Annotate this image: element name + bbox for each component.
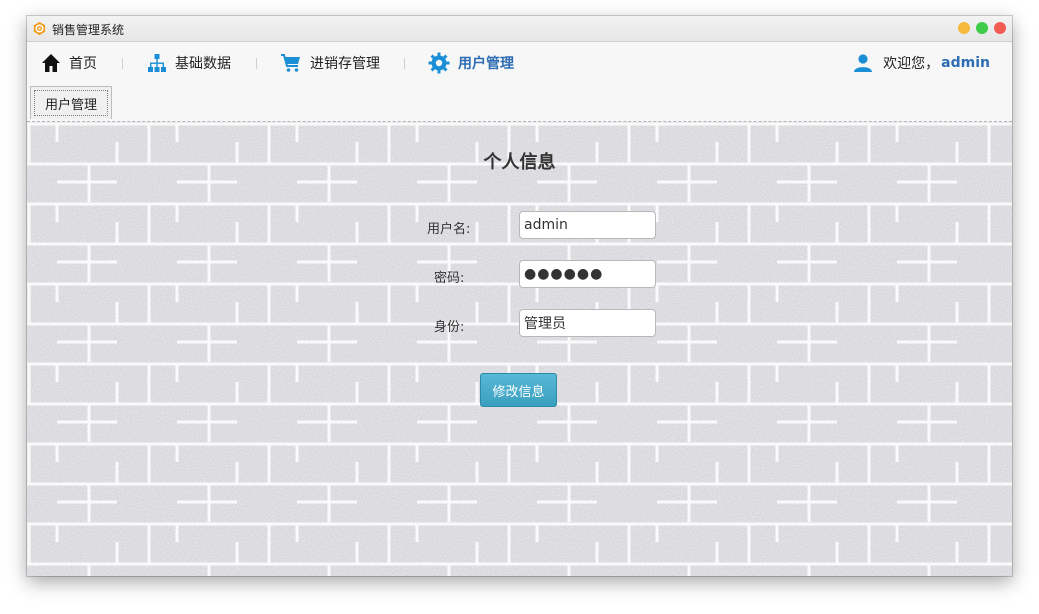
tab-label: 用户管理	[34, 90, 108, 116]
tab-user-management[interactable]: 用户管理	[30, 86, 112, 119]
cart-icon	[281, 54, 300, 72]
user-welcome: 欢迎您， admin	[853, 42, 990, 84]
username-label: 用户名:	[427, 222, 471, 237]
maximize-button[interactable]	[976, 22, 988, 34]
form-title: 个人信息	[483, 152, 556, 173]
gear-icon	[428, 52, 450, 74]
main-navbar: 首页 基础数据 进销存管理 用户管理 欢迎您， admin	[27, 42, 1012, 84]
close-button[interactable]	[994, 22, 1006, 34]
nav-item-user-management[interactable]: 用户管理	[428, 42, 514, 84]
username-input[interactable]	[519, 211, 656, 239]
nav-item-label: 首页	[69, 56, 97, 72]
nav-item-label: 用户管理	[458, 56, 514, 72]
nav-divider	[256, 58, 257, 69]
minimize-button[interactable]	[958, 22, 970, 34]
app-logo-icon	[33, 21, 46, 36]
welcome-text: 欢迎您，	[883, 56, 940, 72]
stone-texture-background	[27, 122, 1012, 576]
role-input[interactable]	[519, 309, 656, 337]
user-icon	[854, 54, 873, 72]
content-area: 个人信息 用户名: 密码: 身份: 修改信息	[27, 122, 1012, 576]
sitemap-icon	[148, 54, 166, 72]
nav-divider	[122, 58, 123, 69]
nav-item-inventory[interactable]: 进销存管理	[280, 42, 380, 84]
title-bar[interactable]: 销售管理系统	[27, 16, 1012, 42]
home-icon	[42, 54, 60, 72]
nav-item-label: 进销存管理	[310, 56, 380, 72]
app-window: 销售管理系统 首页 基础数据 进销存管理 用户管理 欢迎您， admin 用户管…	[27, 16, 1012, 576]
nav-item-base-data[interactable]: 基础数据	[147, 42, 231, 84]
tab-strip: 用户管理	[27, 84, 1012, 122]
role-label: 身份:	[434, 320, 465, 335]
username-link[interactable]: admin	[941, 55, 990, 71]
nav-item-label: 基础数据	[175, 56, 231, 72]
password-label: 密码:	[434, 271, 465, 286]
modify-info-button[interactable]: 修改信息	[480, 373, 557, 407]
nav-divider	[404, 58, 405, 69]
nav-item-home[interactable]: 首页	[41, 42, 97, 84]
password-input[interactable]	[519, 260, 656, 288]
window-title: 销售管理系统	[52, 23, 125, 37]
